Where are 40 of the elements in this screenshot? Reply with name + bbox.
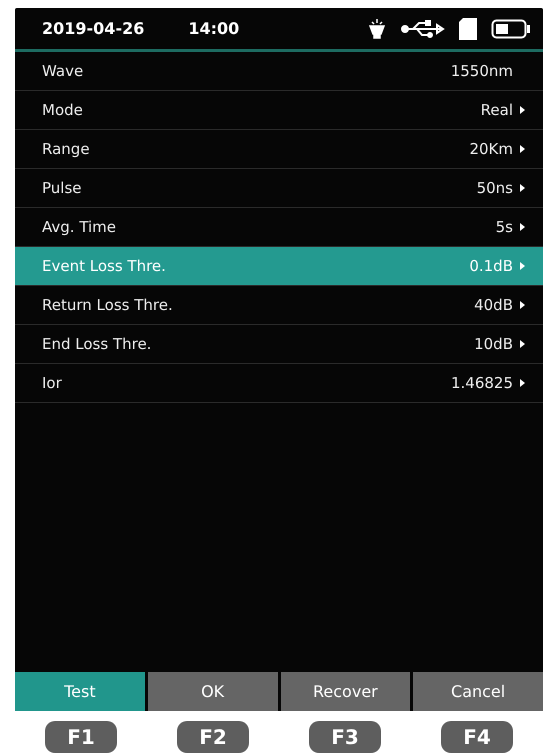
setting-row[interactable]: Pulse 50ns [15, 169, 543, 208]
setting-value: 1.46825 [450, 374, 513, 392]
setting-label: Range [42, 140, 91, 158]
setting-value: 10dB [474, 335, 513, 353]
function-key[interactable]: F3 [309, 721, 381, 753]
setting-value: Real [480, 101, 513, 119]
function-key[interactable]: F1 [45, 721, 117, 753]
function-key[interactable]: F4 [441, 721, 513, 753]
setting-label: Pulse [42, 179, 82, 197]
lamp-icon [367, 16, 387, 40]
usb-icon [401, 20, 445, 38]
setting-value: 5s [496, 218, 513, 236]
setting-label: Event Loss Thre. [42, 257, 167, 275]
setting-row[interactable]: End Loss Thre. 10dB [15, 325, 543, 364]
setting-row[interactable]: Return Loss Thre. 40dB [15, 286, 543, 325]
sd-card-icon [459, 18, 477, 40]
setting-row[interactable]: Mode Real [15, 91, 543, 130]
setting-row[interactable]: Event Loss Thre. 0.1dB [15, 247, 543, 286]
setting-value: 20Km [469, 140, 513, 158]
soft-key-button[interactable]: Cancel [413, 672, 543, 711]
setting-label: Mode [42, 101, 84, 119]
setting-row[interactable]: Range 20Km [15, 130, 543, 169]
setting-row[interactable]: Wave 1550nm [15, 52, 543, 91]
soft-key-button[interactable]: Recover [280, 672, 410, 711]
setting-value: 40dB [474, 296, 513, 314]
soft-key-button[interactable]: OK [148, 672, 278, 711]
function-key[interactable]: F2 [177, 721, 249, 753]
setting-label: End Loss Thre. [42, 335, 152, 353]
setting-value: 1550nm [450, 62, 513, 80]
time-text: 14:00 [188, 19, 240, 38]
battery-icon [491, 18, 531, 40]
date-text: 2019-04-26 [42, 19, 144, 38]
setting-row[interactable]: Ior 1.46825 [15, 364, 543, 403]
setting-label: Wave [42, 62, 84, 80]
setting-label: Avg. Time [42, 218, 118, 236]
setting-value: 0.1dB [469, 257, 513, 275]
setting-label: Ior [42, 374, 63, 392]
soft-key-button[interactable]: Test [15, 672, 145, 711]
setting-value: 50ns [476, 179, 513, 197]
setting-label: Return Loss Thre. [42, 296, 174, 314]
